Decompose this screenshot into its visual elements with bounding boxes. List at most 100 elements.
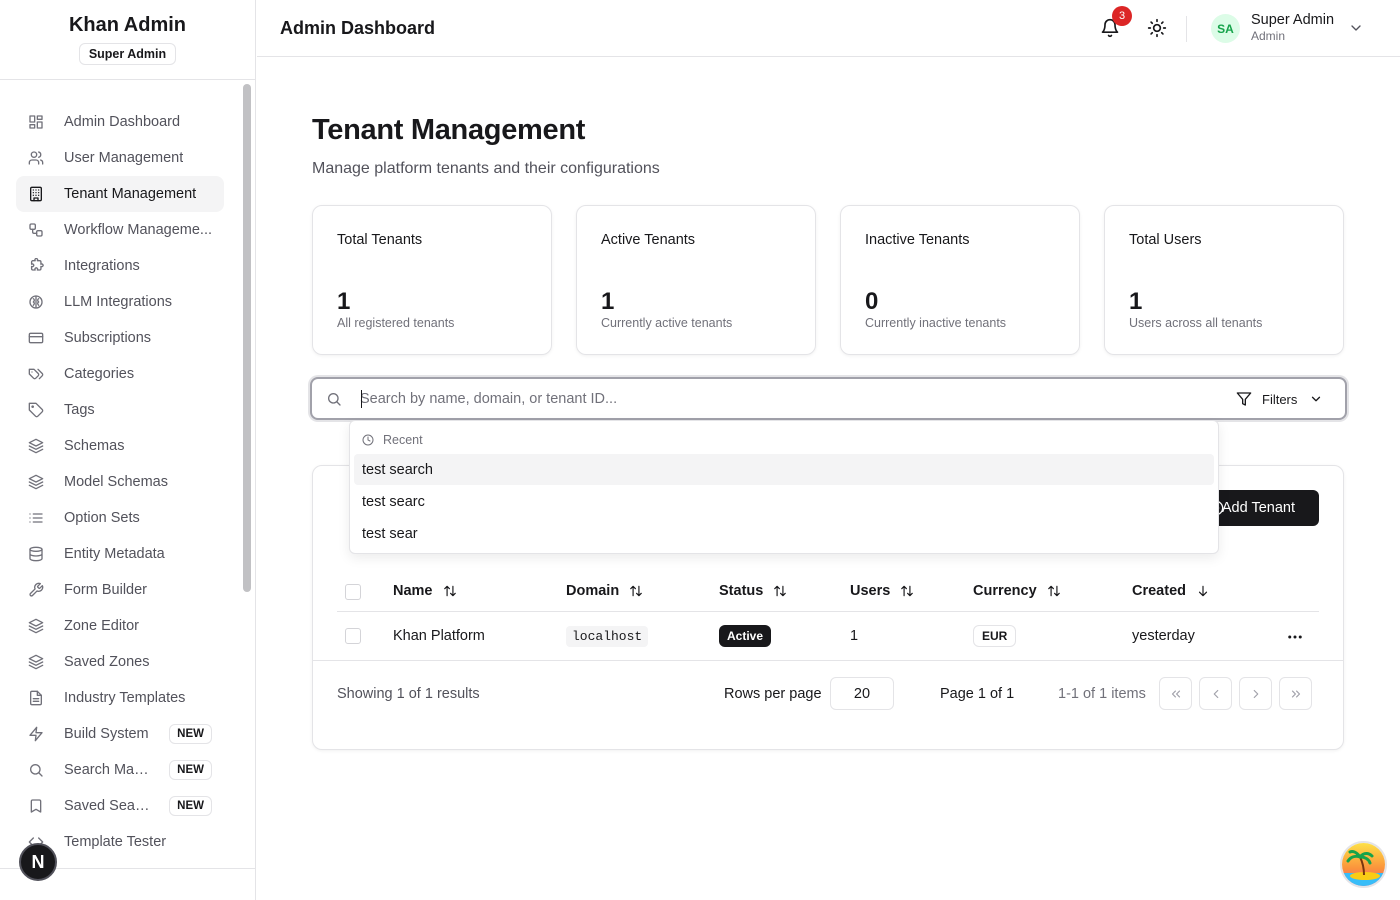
users-icon: [28, 150, 44, 166]
sidebar-item-categories[interactable]: Categories: [16, 356, 224, 392]
assistant-launcher-button[interactable]: [1340, 841, 1387, 888]
tags-icon: [28, 366, 44, 382]
sidebar-item-label: Build System: [64, 726, 149, 742]
sidebar-item-schemas[interactable]: Schemas: [16, 428, 224, 464]
items-range: 1-1 of 1 items: [1058, 686, 1146, 702]
chevrons-right-icon: [1291, 690, 1300, 697]
search-bar: Filters: [310, 377, 1347, 420]
sort-icon: [630, 585, 643, 597]
file-icon: [28, 690, 44, 706]
sidebar-item-label: Workflow Manageme...: [64, 222, 212, 238]
sidebar-item-label: Zone Editor: [64, 618, 139, 634]
search-icon: [328, 393, 341, 406]
more-horizontal-icon[interactable]: [1286, 628, 1304, 646]
sidebar-scrollbar[interactable]: [243, 84, 251, 592]
sidebar-item-build-system[interactable]: Build System NEW: [16, 716, 224, 752]
sidebar-item-label: Tags: [64, 402, 95, 418]
sidebar-item-tags[interactable]: Tags: [16, 392, 224, 428]
sidebar-item-label: Template Tester: [64, 834, 167, 850]
column-header-created[interactable]: Created: [1132, 583, 1210, 599]
layers-icon: [28, 618, 44, 634]
stat-card-total-tenants: Total Tenants 1 All registered tenants: [312, 205, 552, 355]
next-page-button[interactable]: [1239, 677, 1272, 710]
stat-label: Inactive Tenants: [865, 232, 970, 248]
chevron-left-icon: [1213, 689, 1218, 698]
rows-per-page-select[interactable]: 20: [830, 677, 894, 710]
column-label: Created: [1132, 583, 1186, 599]
recent-search-item[interactable]: test sear: [354, 518, 1214, 549]
tenant-name[interactable]: Khan Platform: [393, 628, 485, 644]
sidebar-item-admin-dashboard[interactable]: Admin Dashboard: [16, 104, 224, 140]
building-icon: [28, 186, 44, 202]
page-indicator: Page 1 of 1: [940, 686, 1015, 702]
sidebar-item-saved-zones[interactable]: Saved Zones: [16, 644, 224, 680]
recent-search-item[interactable]: test searc: [354, 486, 1214, 517]
filters-button[interactable]: Filters: [1236, 387, 1323, 411]
prev-page-button[interactable]: [1199, 677, 1232, 710]
brain-icon: [28, 294, 44, 310]
sidebar-item-tenant-management[interactable]: Tenant Management: [16, 176, 224, 212]
sidebar-item-search-man[interactable]: Search Man... NEW: [16, 752, 224, 788]
sidebar-nav: Admin Dashboard User Management Tenant Man…: [0, 80, 240, 868]
sidebar-item-label: Model Schemas: [64, 474, 168, 490]
sidebar-item-industry-templates[interactable]: Industry Templates: [16, 680, 224, 716]
sort-icon: [901, 585, 914, 597]
header-divider: [1186, 16, 1187, 42]
sidebar-item-workflow-manageme[interactable]: Workflow Manageme...: [16, 212, 224, 248]
page-subtitle: Manage platform tenants and their config…: [312, 160, 660, 177]
sidebar-item-zone-editor[interactable]: Zone Editor: [16, 608, 224, 644]
column-header-status[interactable]: Status: [719, 583, 787, 599]
recent-heading-label: Recent: [383, 433, 423, 447]
dev-tools-button[interactable]: N: [19, 843, 57, 881]
sidebar-item-label: Tenant Management: [64, 186, 197, 202]
last-page-button[interactable]: [1279, 677, 1312, 710]
chevron-down-icon[interactable]: [1348, 20, 1364, 36]
column-header-users[interactable]: Users: [850, 583, 914, 599]
top-header: Admin Dashboard 3 SA Super Admin Admin: [257, 0, 1400, 57]
sidebar-item-entity-metadata[interactable]: Entity Metadata: [16, 536, 224, 572]
sidebar-item-subscriptions[interactable]: Subscriptions: [16, 320, 224, 356]
sidebar-item-saved-searc[interactable]: Saved Searc... NEW: [16, 788, 224, 824]
layers-icon: [28, 654, 44, 670]
sidebar-item-model-schemas[interactable]: Model Schemas: [16, 464, 224, 500]
column-header-domain[interactable]: Domain: [566, 583, 643, 599]
recent-search-item[interactable]: test search: [354, 454, 1214, 485]
workflow-icon: [28, 222, 44, 238]
sort-icon: [443, 585, 456, 597]
select-all-checkbox[interactable]: [345, 584, 361, 600]
new-badge: NEW: [169, 724, 212, 744]
column-label: Name: [393, 583, 433, 599]
credit-card-icon: [28, 330, 44, 346]
sidebar-item-llm-integrations[interactable]: LLM Integrations: [16, 284, 224, 320]
tenant-created: yesterday: [1132, 628, 1195, 644]
filter-icon: [1236, 392, 1252, 406]
column-header-name[interactable]: Name: [393, 583, 457, 599]
first-page-button[interactable]: [1159, 677, 1192, 710]
sidebar-item-form-builder[interactable]: Form Builder: [16, 572, 224, 608]
sidebar-item-integrations[interactable]: Integrations: [16, 248, 224, 284]
sort-icon: [774, 585, 787, 597]
table-header: Name Domain Status Users Currency Create…: [337, 572, 1319, 612]
sidebar-item-user-management[interactable]: User Management: [16, 140, 224, 176]
sun-icon[interactable]: [1147, 18, 1167, 38]
sidebar-item-label: Schemas: [64, 438, 125, 454]
stat-description: All registered tenants: [337, 316, 455, 330]
user-name[interactable]: Super Admin: [1251, 12, 1334, 28]
status-badge: Active: [719, 625, 772, 647]
search-input[interactable]: [360, 385, 1180, 413]
column-label: Status: [719, 583, 764, 599]
stat-label: Active Tenants: [601, 232, 696, 248]
column-label: Currency: [973, 583, 1037, 599]
tag-icon: [28, 402, 44, 418]
table-row[interactable]: Khan Platform localhost Active 1 EUR yes…: [313, 612, 1343, 661]
chevrons-left-icon: [1171, 690, 1180, 697]
sidebar-item-option-sets[interactable]: Option Sets: [16, 500, 224, 536]
user-role: Admin: [1251, 29, 1286, 43]
stat-value: 1: [601, 288, 615, 315]
row-checkbox[interactable]: [345, 628, 361, 644]
stat-description: Currently inactive tenants: [865, 316, 1007, 330]
avatar[interactable]: SA: [1211, 14, 1240, 43]
notification-badge: 3: [1112, 6, 1132, 26]
column-header-currency[interactable]: Currency: [973, 583, 1061, 599]
palm-island-icon: [1342, 843, 1385, 886]
